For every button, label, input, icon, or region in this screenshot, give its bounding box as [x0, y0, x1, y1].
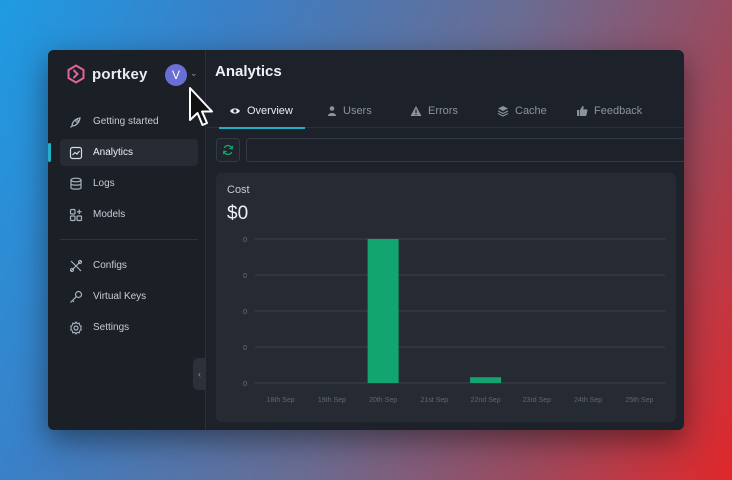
x-tick-label: 23rd Sep — [523, 397, 552, 404]
sidebar-item-logs[interactable]: Logs — [60, 170, 198, 197]
refresh-icon — [222, 144, 234, 156]
tab-feedback[interactable]: Feedback — [576, 94, 642, 128]
layers-icon — [497, 106, 509, 117]
main-content: Analytics Overview Users Errors Cache Fe… — [207, 50, 684, 430]
y-tick-label: 0 — [243, 381, 247, 388]
tab-errors[interactable]: Errors — [410, 94, 458, 128]
chart-bar — [470, 377, 502, 383]
tab-label: Cache — [515, 105, 547, 117]
sidebar-item-label: Analytics — [93, 147, 134, 158]
y-tick-label: 0 — [243, 309, 247, 316]
sidebar-item-label: Logs — [93, 178, 115, 189]
gear-icon — [69, 320, 83, 335]
warning-icon — [410, 106, 422, 116]
chart-line-icon — [69, 146, 83, 160]
sidebar-nav: Getting started Analytics Logs Models Co… — [48, 108, 198, 345]
thumbs-up-icon — [577, 106, 588, 116]
cost-card: Cost $0 0 0 0 0 0 18th Sep 19th Sep 20th Sep 21s… — [216, 173, 676, 422]
cost-chart: 0 0 0 0 0 18th Sep 19th Sep 20th Sep 21st Sep 22n… — [243, 237, 665, 404]
eye-icon — [230, 108, 240, 114]
y-tick-label: 0 — [243, 345, 247, 352]
sidebar-item-label: Models — [93, 209, 126, 220]
rocket-icon — [69, 115, 83, 129]
key-icon — [69, 290, 83, 304]
sidebar-item-label: Settings — [93, 322, 130, 333]
x-tick-label: 18th Sep — [267, 397, 295, 404]
chart-bar — [367, 239, 399, 383]
tab-label: Errors — [428, 105, 458, 117]
y-tick-label: 0 — [243, 237, 247, 244]
tab-label: Users — [343, 105, 372, 117]
user-icon — [328, 106, 336, 116]
x-tick-label: 25th Sep — [625, 397, 653, 404]
avatar[interactable]: V — [165, 64, 187, 86]
y-tick-label: 0 — [243, 273, 247, 280]
toolbar — [216, 138, 684, 162]
app-window: portkey V ⌄ Getting started Analytics Lo… — [48, 50, 684, 430]
x-tick-label: 22nd Sep — [471, 397, 501, 404]
mouse-cursor-icon — [189, 87, 213, 126]
sidebar-item-getting-started[interactable]: Getting started — [60, 108, 198, 135]
portkey-logo-icon — [67, 64, 85, 84]
page-title: Analytics — [215, 63, 282, 80]
sidebar-item-analytics[interactable]: Analytics — [48, 139, 198, 166]
sidebar-item-virtual-keys[interactable]: Virtual Keys — [60, 283, 198, 310]
grid-plus-icon — [69, 208, 83, 222]
x-tick-label: 21st Sep — [421, 397, 449, 404]
sidebar-item-label: Virtual Keys — [93, 291, 147, 302]
database-icon — [69, 177, 83, 191]
sidebar-divider — [60, 239, 198, 240]
tab-bar: Overview Users Errors Cache Feedback — [207, 94, 684, 129]
chevron-down-icon[interactable]: ⌄ — [190, 68, 198, 79]
x-tick-label: 19th Sep — [318, 397, 346, 404]
sidebar-item-configs[interactable]: Configs — [60, 252, 198, 279]
tab-users[interactable]: Users — [327, 94, 372, 128]
filter-input[interactable] — [246, 138, 684, 162]
x-tick-label: 20th Sep — [369, 397, 397, 404]
sidebar-item-label: Configs — [93, 260, 127, 271]
tools-icon — [69, 259, 83, 273]
tab-overview[interactable]: Overview — [219, 94, 305, 129]
brand[interactable]: portkey — [66, 64, 148, 84]
brand-name: portkey — [92, 65, 148, 83]
tab-label: Overview — [247, 105, 293, 117]
sidebar-item-settings[interactable]: Settings — [60, 314, 198, 341]
sidebar: portkey V ⌄ Getting started Analytics Lo… — [48, 50, 206, 430]
x-tick-label: 24th Sep — [574, 397, 602, 404]
sidebar-item-models[interactable]: Models — [60, 201, 198, 228]
sidebar-collapse-button[interactable]: ‹ — [193, 358, 206, 390]
tab-label: Feedback — [594, 105, 643, 117]
tab-cache[interactable]: Cache — [497, 94, 547, 128]
sidebar-item-label: Getting started — [93, 116, 159, 127]
refresh-button[interactable] — [216, 138, 240, 162]
